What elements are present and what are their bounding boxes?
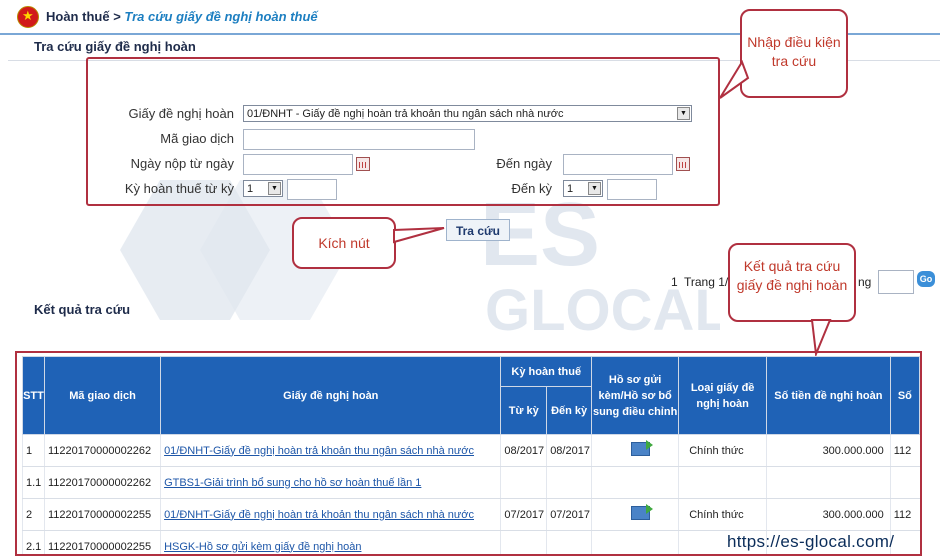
pager-label: Trang 1/ — [684, 275, 729, 289]
cell-cut — [889, 530, 920, 554]
cell-cut: 112 — [889, 498, 920, 531]
table-row: 1 11220170000002262 01/ĐNHT-Giấy đề nghị… — [22, 434, 920, 467]
doc-type-label: Giấy đề nghị hoàn — [128, 106, 234, 121]
cell-period-to — [546, 466, 592, 499]
cell-txn: 11220170000002262 — [43, 434, 161, 467]
doc-link[interactable]: 01/ĐNHT-Giấy đề nghị hoàn trả khoản thu … — [164, 509, 474, 521]
period-to-value: 1 — [567, 183, 574, 195]
search-button[interactable]: Tra cứu — [446, 219, 510, 241]
cell-stt: 1.1 — [22, 466, 45, 499]
pager-page-number[interactable]: 1 — [671, 275, 678, 289]
date-to-label: Đến ngày — [496, 156, 552, 171]
col-amount: Số tiền đề nghị hoàn — [766, 356, 891, 435]
cell-txn: 11220170000002262 — [43, 466, 161, 499]
callout-pointer — [393, 227, 445, 244]
date-from-label: Ngày nộp từ ngày — [130, 156, 234, 171]
cell-amount — [766, 466, 891, 499]
period-from-label: Kỳ hoàn thuế từ kỳ — [124, 181, 234, 196]
cell-txn: 11220170000002255 — [43, 530, 161, 554]
cell-period-from: 07/2017 — [500, 498, 547, 531]
cell-period-from: 08/2017 — [500, 434, 547, 467]
cell-period-to: 07/2017 — [546, 498, 592, 531]
period-from-select[interactable]: 1 ▼ — [243, 180, 283, 197]
col-doc: Giấy đề nghị hoàn — [160, 356, 502, 435]
page-number-input[interactable] — [878, 270, 914, 294]
footer-url: https://es-glocal.com/ — [727, 532, 895, 551]
period-from-value: 1 — [247, 183, 254, 195]
period-to-year-input[interactable] — [607, 179, 657, 200]
date-from-calendar-icon[interactable] — [356, 157, 370, 171]
col-stt: STT — [22, 356, 45, 435]
section-title: Tra cứu giấy đề nghị hoàn — [34, 39, 196, 54]
cell-cut — [889, 466, 920, 499]
period-to-select[interactable]: 1 ▼ — [563, 180, 603, 197]
attachment-icon[interactable] — [631, 504, 654, 520]
dropdown-arrow-icon[interactable]: ▼ — [268, 182, 281, 195]
cell-txn: 11220170000002255 — [43, 498, 161, 531]
cell-stt: 2.1 — [22, 530, 45, 554]
date-from-input[interactable] — [243, 154, 353, 175]
cell-doc-kind: Chính thức — [678, 434, 767, 467]
callout-click-button: Kích nút — [292, 217, 396, 269]
dropdown-arrow-icon[interactable]: ▼ — [588, 182, 601, 195]
cell-doc-kind — [678, 466, 767, 499]
doc-link[interactable]: HSGK-Hồ sơ gửi kèm giấy đề nghị hoàn — [164, 541, 361, 553]
cell-period-to: 08/2017 — [546, 434, 592, 467]
cell-stt: 2 — [22, 498, 45, 531]
results-table: STT Mã giao dịch Giấy đề nghị hoàn Kỳ ho… — [22, 356, 920, 554]
table-row: 2 11220170000002255 01/ĐNHT-Giấy đề nghị… — [22, 498, 920, 531]
cell-period-from — [500, 466, 547, 499]
breadcrumb-root[interactable]: Hoàn thuế — [46, 9, 110, 24]
col-attachments: Hồ sơ gửi kèm/Hồ sơ bổ sung điều chỉnh — [591, 356, 680, 435]
callout-pointer — [719, 60, 750, 99]
breadcrumb-separator: > — [113, 9, 121, 24]
doc-link[interactable]: 01/ĐNHT-Giấy đề nghị hoàn trả khoản thu … — [164, 445, 474, 457]
cell-amount: 300.000.000 — [766, 498, 891, 531]
col-period-to: Đến kỳ — [546, 386, 593, 435]
cell-amount: 300.000.000 — [766, 434, 891, 467]
attachment-icon[interactable] — [631, 440, 654, 456]
cell-period-from — [500, 530, 547, 554]
col-doc-kind: Loại giấy đề nghị hoàn — [678, 356, 767, 435]
col-period-from: Từ kỳ — [500, 386, 548, 435]
date-to-calendar-icon[interactable] — [676, 157, 690, 171]
cell-doc-kind: Chính thức — [678, 498, 767, 531]
col-period: Kỳ hoàn thuế — [500, 356, 593, 387]
callout-results-note: Kết quả tra cứu giấy đề nghị hoàn — [728, 243, 856, 322]
cell-stt: 1 — [22, 434, 45, 467]
pager-tail: ng — [858, 275, 872, 289]
results-title: Kết quả tra cứu — [34, 302, 131, 317]
national-emblem-icon — [17, 6, 39, 28]
breadcrumb: Hoàn thuế > Tra cứu giấy đề nghị hoàn th… — [46, 9, 318, 24]
callout-enter-conditions: Nhập điều kiện tra cứu — [740, 9, 848, 98]
txn-input[interactable] — [243, 129, 475, 150]
table-row: 1.1 11220170000002262 GTBS1-Giải trình b… — [22, 466, 920, 499]
doc-type-select[interactable]: 01/ĐNHT - Giấy đề nghị hoàn trả khoản th… — [243, 105, 692, 122]
cell-period-to — [546, 530, 592, 554]
go-button[interactable]: Go — [917, 271, 935, 287]
doc-link[interactable]: GTBS1-Giải trình bổ sung cho hồ sơ hoàn … — [164, 477, 421, 489]
col-txn: Mã giao dịch — [43, 356, 162, 435]
period-to-label: Đến kỳ — [511, 181, 552, 196]
txn-label: Mã giao dịch — [160, 131, 234, 146]
dropdown-arrow-icon[interactable]: ▼ — [677, 107, 690, 120]
cell-cut: 112 — [889, 434, 920, 467]
date-to-input[interactable] — [563, 154, 673, 175]
breadcrumb-current: Tra cứu giấy đề nghị hoàn thuế — [124, 9, 318, 24]
col-cut: Số — [889, 356, 920, 435]
results-table-frame: STT Mã giao dịch Giấy đề nghị hoàn Kỳ ho… — [15, 351, 922, 556]
doc-type-value: 01/ĐNHT - Giấy đề nghị hoàn trả khoản th… — [247, 108, 564, 120]
period-from-year-input[interactable] — [287, 179, 337, 200]
